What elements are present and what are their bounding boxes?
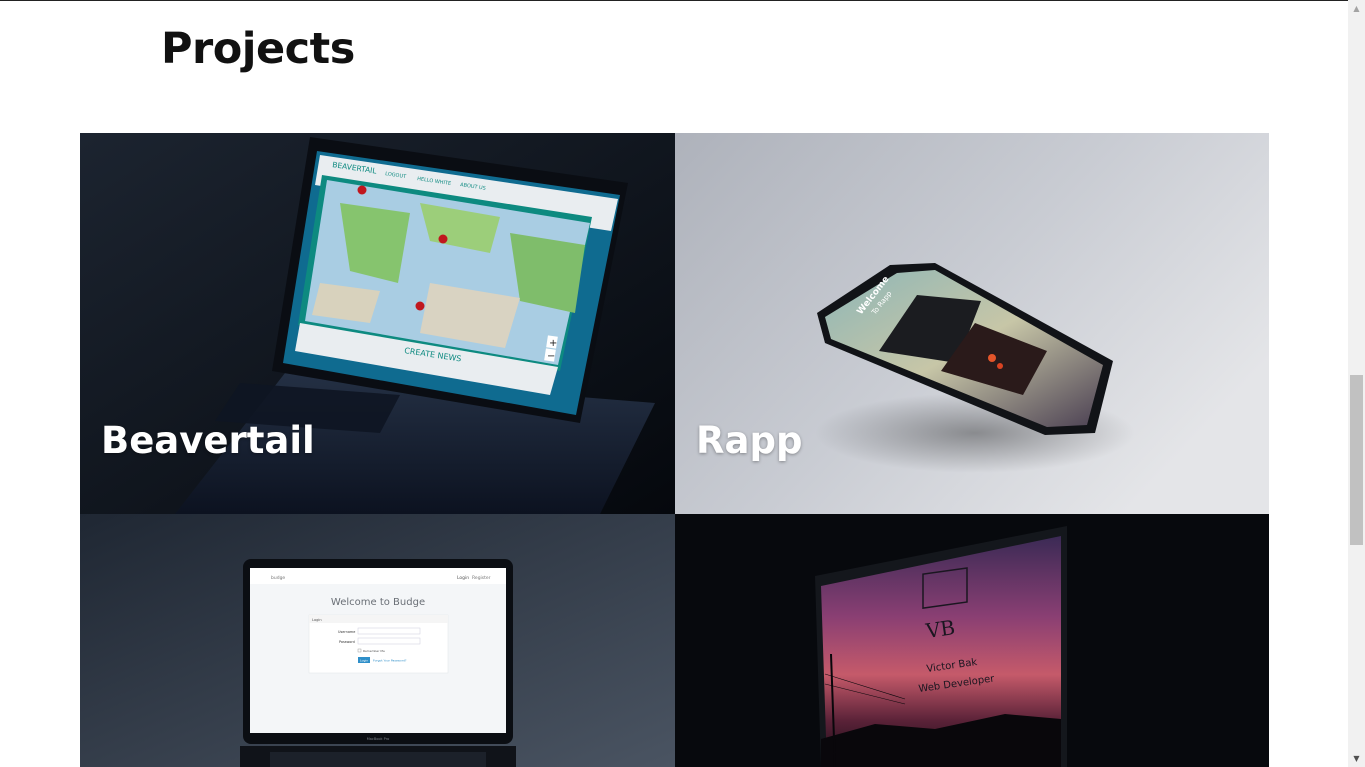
project-card-budge[interactable]: budge Login Register Welcome to Budge Lo… (80, 514, 675, 767)
project-title: Beavertail (101, 419, 315, 462)
projects-grid: BEAVERTAIL LOGOUT HELLO WHITE ABOUT US C… (80, 133, 1269, 767)
map-zoom-in-icon: + (549, 338, 557, 349)
project-card-portfolio[interactable]: VB Victor Bak Web Developer (675, 514, 1269, 767)
scrollbar-thumb[interactable] (1350, 375, 1363, 545)
project-title: Rapp (696, 419, 803, 462)
top-border (0, 0, 1365, 1)
map-pin-icon (415, 301, 425, 311)
map-zoom-out-icon: − (547, 351, 555, 362)
triangle-down-icon[interactable]: ▼ (1348, 750, 1365, 767)
screen-forgot-link: Forgot Your Password? (373, 659, 407, 663)
page-title: Projects (161, 24, 355, 74)
screen-brand: budge (271, 575, 285, 581)
map-pin-icon (357, 185, 367, 195)
screen-remember-label: Remember Me (363, 649, 385, 653)
project-card-rapp[interactable]: Welcome To Rapp Rapp (675, 133, 1269, 514)
map-pin-icon (438, 234, 448, 244)
screen-heading: Welcome to Budge (331, 597, 425, 608)
project-card-beavertail[interactable]: BEAVERTAIL LOGOUT HELLO WHITE ABOUT US C… (80, 133, 675, 514)
screen-nav-login: Login (457, 575, 469, 581)
screen-nav-register: Register (472, 575, 491, 581)
monogram-logo: VB (923, 615, 956, 643)
vertical-scrollbar[interactable]: ▲ ▼ (1348, 0, 1365, 767)
screen-username-label: Username (338, 630, 355, 634)
screen-panel-title: Login (312, 618, 322, 622)
project-image-budge: budge Login Register Welcome to Budge Lo… (80, 514, 675, 767)
project-image-portfolio: VB Victor Bak Web Developer (675, 514, 1269, 767)
screen-login-button: Login (360, 659, 368, 663)
triangle-up-icon[interactable]: ▲ (1348, 0, 1365, 17)
screen-password-label: Password (339, 640, 355, 644)
laptop-label: MacBook Pro (367, 737, 389, 741)
